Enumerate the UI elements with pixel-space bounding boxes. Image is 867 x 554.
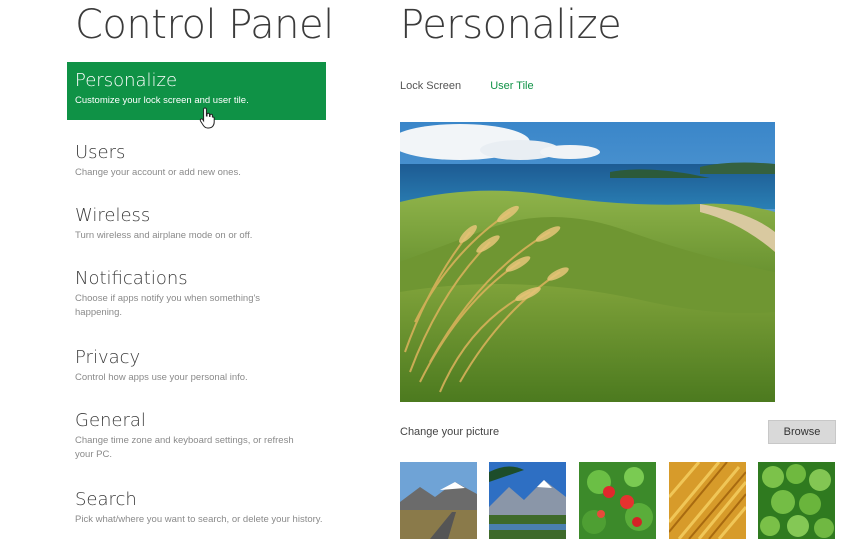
- nav-item-privacy[interactable]: Privacy Control how apps use your person…: [67, 339, 326, 391]
- nav-item-label: Users: [75, 142, 126, 163]
- tab-lock-screen[interactable]: Lock Screen: [400, 80, 461, 92]
- nav-item-label: Search: [75, 489, 137, 510]
- nav-item-general[interactable]: General Change time zone and keyboard se…: [67, 402, 326, 468]
- nav-item-label: Wireless: [75, 205, 151, 226]
- picture-thumbnail-flowers[interactable]: [579, 462, 656, 539]
- picture-thumbnail-grass[interactable]: [669, 462, 746, 539]
- nav-item-label: Privacy: [75, 347, 141, 368]
- nav-item-description: Change your account or add new ones.: [75, 167, 241, 178]
- page-title: Personalize: [400, 2, 622, 48]
- nav-item-description: Pick what/where you want to search, or d…: [75, 514, 323, 525]
- personalize-tabs: Lock Screen User Tile: [400, 80, 560, 92]
- browse-button[interactable]: Browse: [768, 420, 836, 444]
- nav-item-notifications[interactable]: Notifications Choose if apps notify you …: [67, 260, 326, 326]
- nav-item-label: Personalize: [75, 70, 178, 91]
- tab-user-tile[interactable]: User Tile: [490, 80, 533, 92]
- picture-thumbnail-road[interactable]: [400, 462, 477, 539]
- nav-item-users[interactable]: Users Change your account or add new one…: [67, 134, 326, 186]
- picture-thumbnail-clover[interactable]: [758, 462, 835, 539]
- nav-item-description: Control how apps use your personal info.: [75, 372, 248, 383]
- lock-screen-preview-image: [400, 122, 775, 402]
- picture-thumbnail-mountains[interactable]: [489, 462, 566, 539]
- nav-item-description: Customize your lock screen and user tile…: [75, 95, 249, 106]
- app-title: Control Panel: [75, 2, 334, 48]
- nav-item-wireless[interactable]: Wireless Turn wireless and airplane mode…: [67, 197, 326, 249]
- nav-item-description: Turn wireless and airplane mode on or of…: [75, 230, 253, 241]
- nav-item-label: General: [75, 410, 146, 431]
- change-picture-label: Change your picture: [400, 426, 500, 438]
- nav-item-personalize[interactable]: Personalize Customize your lock screen a…: [67, 62, 326, 120]
- nav-item-description: Change time zone and keyboard settings, …: [75, 435, 294, 460]
- nav-item-search[interactable]: Search Pick what/where you want to searc…: [67, 481, 326, 533]
- nav-item-label: Notifications: [75, 268, 188, 289]
- nav-item-description: Choose if apps notify you when something…: [75, 293, 261, 318]
- hand-pointer-icon: [199, 107, 217, 129]
